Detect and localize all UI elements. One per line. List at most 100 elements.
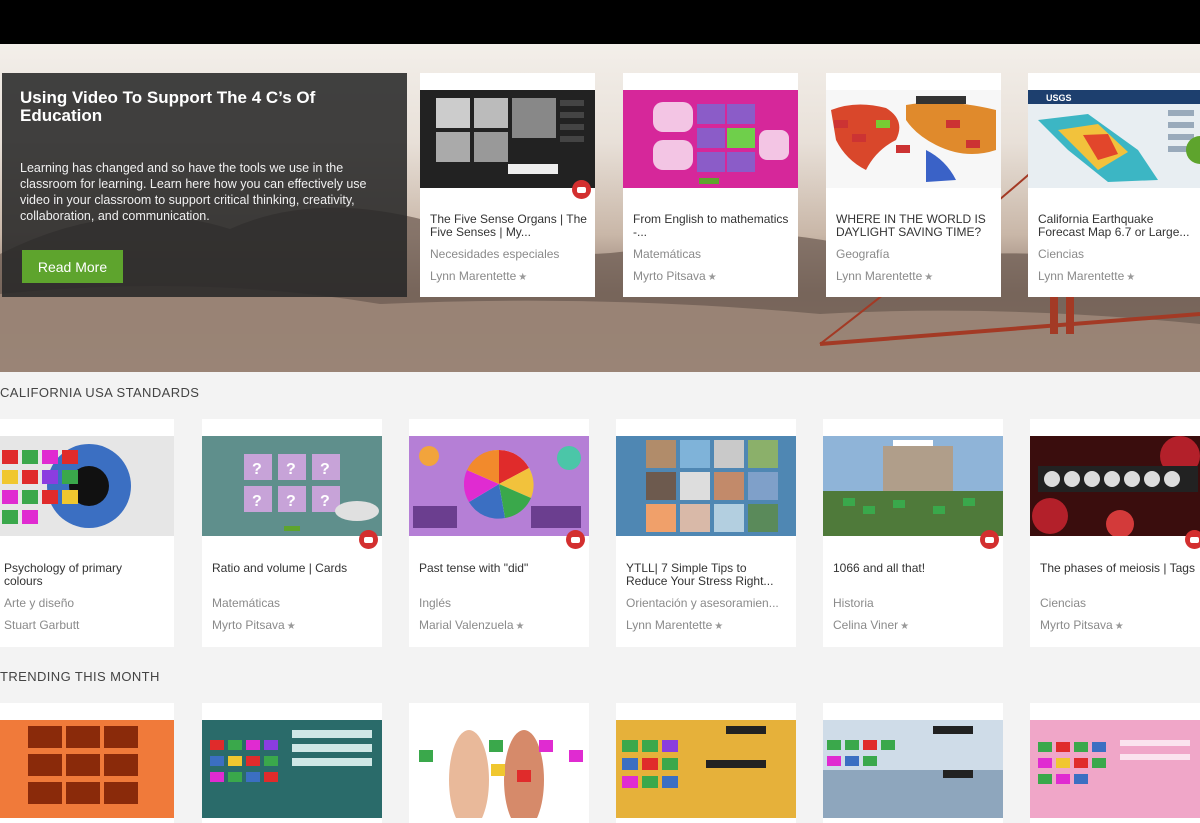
card-thumbnail — [409, 436, 589, 536]
activity-card[interactable] — [823, 703, 1003, 823]
svg-text:?: ? — [286, 493, 296, 510]
svg-text:?: ? — [286, 461, 296, 478]
card-category: Inglés — [419, 596, 452, 610]
card-title[interactable]: Ratio and volume | Cards — [212, 562, 372, 590]
card-author: Stuart Garbutt — [4, 618, 79, 632]
youtube-icon — [980, 530, 999, 549]
activity-card[interactable] — [409, 703, 589, 823]
card-title[interactable]: Psychology of primary colours — [4, 562, 164, 590]
svg-text:?: ? — [320, 461, 330, 478]
card-title[interactable]: California Earthquake Forecast Map 6.7 o… — [1038, 213, 1198, 241]
card-thumbnail — [409, 720, 589, 818]
activity-card[interactable] — [1030, 703, 1200, 823]
card-thumbnail — [0, 720, 174, 818]
activity-card[interactable]: Psychology of primary colours Arte y dis… — [0, 419, 174, 647]
star-icon: ★ — [714, 621, 724, 632]
hero-card[interactable]: WHERE IN THE WORLD IS DAYLIGHT SAVING TI… — [826, 73, 1001, 297]
section-title-trending: TRENDING THIS MONTH — [0, 669, 160, 684]
svg-text:?: ? — [252, 493, 262, 510]
activity-card[interactable]: ? ? ? ? ? ? Ratio and volume | Cards Mat… — [202, 419, 382, 647]
card-title[interactable]: From English to mathematics -... — [633, 213, 793, 241]
card-thumbnail — [1030, 436, 1200, 536]
section-title-standards: CALIFORNIA USA STANDARDS — [0, 385, 200, 400]
read-more-button[interactable]: Read More — [22, 250, 123, 283]
promo-body: Learning has changed and so have the too… — [20, 161, 367, 223]
star-icon: ★ — [518, 272, 528, 283]
author-name[interactable]: Lynn Marentette — [626, 618, 712, 632]
card-category: Necesidades especiales — [430, 247, 560, 261]
activity-card[interactable] — [0, 703, 174, 823]
card-thumbnail — [0, 436, 174, 536]
star-icon: ★ — [286, 621, 296, 632]
card-author: Lynn Marentette ★ — [836, 269, 933, 283]
card-thumbnail — [616, 720, 796, 818]
author-name[interactable]: Lynn Marentette — [430, 269, 516, 283]
card-author: Lynn Marentette ★ — [1038, 269, 1135, 283]
youtube-icon — [359, 530, 378, 549]
top-bar — [0, 0, 1200, 44]
card-title[interactable]: The phases of meiosis | Tags — [1040, 562, 1200, 590]
card-thumbnail: USGS — [1028, 90, 1200, 188]
card-thumbnail: ? ? ? ? ? ? — [202, 436, 382, 536]
activity-card[interactable]: The phases of meiosis | Tags Ciencias My… — [1030, 419, 1200, 647]
card-title[interactable]: The Five Sense Organs | The Five Senses … — [430, 213, 590, 241]
author-name[interactable]: Stuart Garbutt — [4, 618, 79, 632]
star-icon: ★ — [900, 621, 910, 632]
author-name[interactable]: Myrto Pitsava — [633, 269, 706, 283]
hero-card[interactable]: USGS California Earthquake Forecast Map … — [1028, 73, 1200, 297]
activity-card[interactable] — [616, 703, 796, 823]
hero-card[interactable]: From English to mathematics -... Matemát… — [623, 73, 798, 297]
youtube-icon — [566, 530, 585, 549]
card-author: Myrto Pitsava ★ — [1040, 618, 1124, 632]
promo-title: Using Video To Support The 4 C’s Of Educ… — [20, 88, 316, 125]
card-thumbnail — [623, 90, 798, 188]
card-category: Matemáticas — [633, 247, 702, 261]
card-category: Arte y diseño — [4, 596, 75, 610]
star-icon: ★ — [707, 272, 717, 283]
author-name[interactable]: Myrto Pitsava — [212, 618, 285, 632]
card-thumbnail — [1030, 720, 1200, 818]
card-thumbnail — [420, 90, 595, 188]
star-icon: ★ — [1126, 272, 1136, 283]
card-category: Matemáticas — [212, 596, 281, 610]
author-name[interactable]: Lynn Marentette — [1038, 269, 1124, 283]
activity-card[interactable] — [202, 703, 382, 823]
card-author: Marial Valenzuela ★ — [419, 618, 524, 632]
card-thumbnail — [823, 436, 1003, 536]
star-icon: ★ — [924, 272, 934, 283]
card-title[interactable]: 1066 and all that! — [833, 562, 993, 590]
activity-card[interactable]: YTLL| 7 Simple Tips to Reduce Your Stres… — [616, 419, 796, 647]
activity-card[interactable]: Past tense with "did" Inglés Marial Vale… — [409, 419, 589, 647]
author-name[interactable]: Lynn Marentette — [836, 269, 922, 283]
svg-text:?: ? — [252, 461, 262, 478]
card-thumbnail — [616, 436, 796, 536]
card-category: Ciencias — [1040, 596, 1087, 610]
card-category: Geografía — [836, 247, 890, 261]
card-category: Ciencias — [1038, 247, 1085, 261]
card-thumbnail — [826, 90, 1001, 188]
card-author: Myrto Pitsava ★ — [633, 269, 717, 283]
activity-card[interactable]: 1066 and all that! Historia Celina Viner… — [823, 419, 1003, 647]
card-category: Orientación y asesoramien... — [626, 596, 779, 610]
star-icon: ★ — [515, 621, 525, 632]
hero-card[interactable]: The Five Sense Organs | The Five Senses … — [420, 73, 595, 297]
card-author: Celina Viner ★ — [833, 618, 909, 632]
youtube-icon — [1185, 530, 1200, 549]
usgs-logo: USGS — [1046, 93, 1072, 103]
card-author: Lynn Marentette ★ — [626, 618, 723, 632]
card-thumbnail — [202, 720, 382, 818]
youtube-icon — [572, 180, 591, 199]
card-title[interactable]: WHERE IN THE WORLD IS DAYLIGHT SAVING TI… — [836, 213, 996, 241]
card-category: Historia — [833, 596, 874, 610]
svg-text:?: ? — [320, 493, 330, 510]
author-name[interactable]: Marial Valenzuela — [419, 618, 514, 632]
card-title[interactable]: Past tense with "did" — [419, 562, 579, 590]
author-name[interactable]: Celina Viner — [833, 618, 898, 632]
promo-card: Using Video To Support The 4 C’s Of Educ… — [2, 73, 407, 297]
card-author: Myrto Pitsava ★ — [212, 618, 296, 632]
hero-banner: Using Video To Support The 4 C’s Of Educ… — [0, 44, 1200, 372]
author-name[interactable]: Myrto Pitsava — [1040, 618, 1113, 632]
card-author: Lynn Marentette ★ — [430, 269, 527, 283]
card-thumbnail — [823, 720, 1003, 818]
card-title[interactable]: YTLL| 7 Simple Tips to Reduce Your Stres… — [626, 562, 786, 590]
